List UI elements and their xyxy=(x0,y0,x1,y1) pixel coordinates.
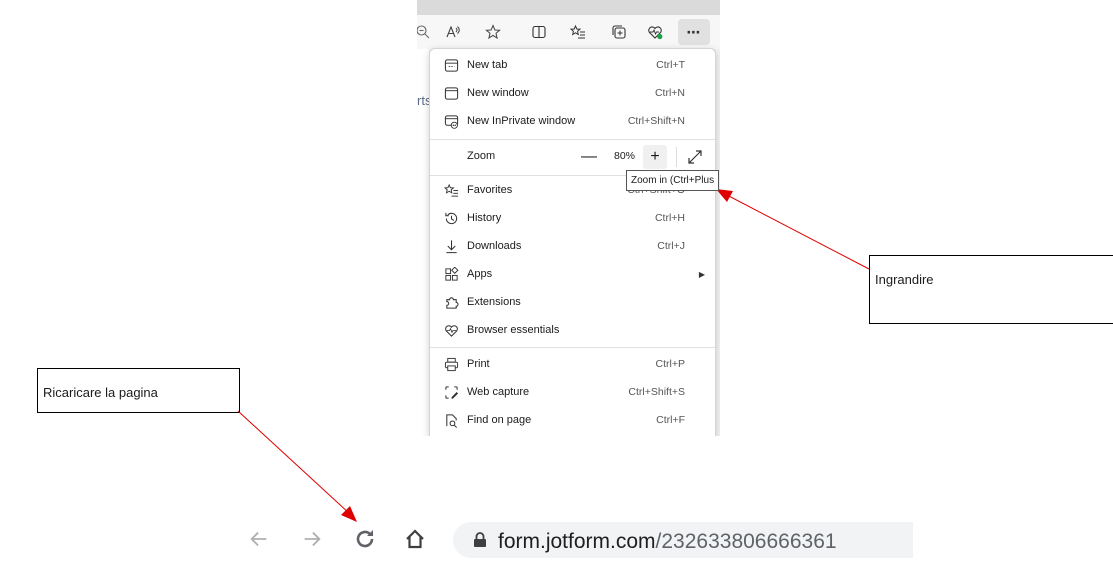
forward-arrow-icon[interactable] xyxy=(298,525,326,553)
url-host: form.jotform.com xyxy=(498,530,656,553)
menu-item-shortcut: Ctrl+T xyxy=(656,59,685,71)
menu-item-label: Downloads xyxy=(467,240,522,252)
collections-icon[interactable] xyxy=(607,20,631,44)
title-bar-strip xyxy=(417,0,720,15)
zoom-in-tooltip: Zoom in (Ctrl+Plus xyxy=(626,170,720,191)
url-field[interactable]: form.jotform.com/232633806666361 xyxy=(453,522,913,558)
menu-divider xyxy=(430,139,715,140)
arrow-to-zoom-in xyxy=(724,193,870,270)
menu-item-shortcut: Ctrl+H xyxy=(654,212,685,224)
back-arrow-icon[interactable] xyxy=(245,525,273,553)
reload-icon[interactable] xyxy=(351,525,379,553)
zoom-in-button[interactable]: + xyxy=(643,145,667,169)
zoom-out-icon[interactable] xyxy=(417,20,435,44)
menu-item-downloads[interactable]: Downloads Ctrl+J xyxy=(430,232,715,260)
menu-item-new-tab[interactable]: New tab Ctrl+T xyxy=(430,51,715,79)
find-icon xyxy=(443,412,459,428)
fullscreen-icon[interactable] xyxy=(686,148,704,166)
menu-divider xyxy=(430,347,715,348)
submenu-arrow-icon: ▶ xyxy=(698,269,705,279)
menu-item-find-on-page[interactable]: Find on page Ctrl+F xyxy=(430,406,715,434)
split-screen-icon[interactable] xyxy=(527,20,551,44)
menu-item-shortcut: Ctrl+J xyxy=(657,240,685,252)
favorites-list-icon[interactable] xyxy=(566,20,590,44)
browser-essentials-icon[interactable] xyxy=(643,20,667,44)
menu-item-label: Browser essentials xyxy=(467,324,560,336)
callout-zoom-in: Ingrandire xyxy=(869,255,1113,324)
extensions-icon xyxy=(443,294,459,310)
menu-item-label: Apps xyxy=(467,268,493,280)
web-capture-icon xyxy=(443,384,459,400)
url-text: form.jotform.com/232633806666361 xyxy=(498,530,837,554)
menu-item-shortcut: Ctrl+Shift+N xyxy=(627,115,685,127)
edge-browser-crop: ⋯ rts New tab Ctrl+T New window Ctrl+N N… xyxy=(417,0,720,436)
lock-icon xyxy=(473,532,487,548)
settings-and-more-button[interactable]: ⋯ xyxy=(678,19,710,45)
favorites-icon xyxy=(443,182,459,198)
menu-item-label: Print xyxy=(467,358,490,370)
zoom-out-button[interactable]: — xyxy=(578,146,600,168)
menu-item-history[interactable]: History Ctrl+H xyxy=(430,204,715,232)
menu-item-shortcut: Ctrl+Shift+S xyxy=(628,386,685,398)
settings-menu: New tab Ctrl+T New window Ctrl+N New InP… xyxy=(429,48,716,436)
callout-reload-text: Ricaricare la pagina xyxy=(43,385,158,400)
callout-reload: Ricaricare la pagina xyxy=(37,368,240,413)
history-icon xyxy=(443,210,459,226)
menu-item-label: Web capture xyxy=(467,386,530,398)
menu-item-new-inprivate-window[interactable]: New InPrivate window Ctrl+Shift+N xyxy=(430,107,715,135)
printer-icon xyxy=(443,356,459,372)
menu-item-shortcut: Ctrl+F xyxy=(656,414,685,426)
menu-item-label: Find on page xyxy=(467,414,532,426)
menu-item-browser-essentials[interactable]: Browser essentials xyxy=(430,316,715,344)
address-bar-crop: form.jotform.com/232633806666361 xyxy=(0,506,1113,562)
zoom-divider xyxy=(676,147,677,167)
apps-icon xyxy=(443,266,459,282)
new-tab-icon xyxy=(443,57,459,73)
menu-item-new-window[interactable]: New window Ctrl+N xyxy=(430,79,715,107)
download-icon xyxy=(443,238,459,254)
callout-zoom-in-text: Ingrandire xyxy=(875,272,934,287)
zoom-label: Zoom xyxy=(467,150,496,162)
menu-item-label: New window xyxy=(467,87,529,99)
menu-item-apps[interactable]: Apps ▶ xyxy=(430,260,715,288)
heart-pulse-icon xyxy=(443,322,459,338)
url-path: /232633806666361 xyxy=(655,530,837,553)
read-aloud-icon[interactable] xyxy=(441,20,465,44)
menu-item-print[interactable]: Print Ctrl+P xyxy=(430,350,715,378)
menu-item-label: History xyxy=(467,212,502,224)
menu-item-label: Favorites xyxy=(467,184,513,196)
favorite-star-icon[interactable] xyxy=(481,20,505,44)
inprivate-icon xyxy=(443,113,459,129)
zoom-row: Zoom — 80% + xyxy=(430,141,715,173)
menu-item-extensions[interactable]: Extensions xyxy=(430,288,715,316)
menu-item-label: Extensions xyxy=(467,296,521,308)
home-icon[interactable] xyxy=(401,525,429,553)
zoom-level: 80% xyxy=(614,150,636,162)
menu-item-label: New tab xyxy=(467,59,508,71)
menu-item-shortcut: Ctrl+N xyxy=(654,87,685,99)
menu-item-label: New InPrivate window xyxy=(467,115,576,127)
menu-item-shortcut: Ctrl+P xyxy=(655,358,685,370)
menu-item-web-capture[interactable]: Web capture Ctrl+Shift+S xyxy=(430,378,715,406)
arrow-to-reload xyxy=(237,410,351,515)
new-window-icon xyxy=(443,85,459,101)
